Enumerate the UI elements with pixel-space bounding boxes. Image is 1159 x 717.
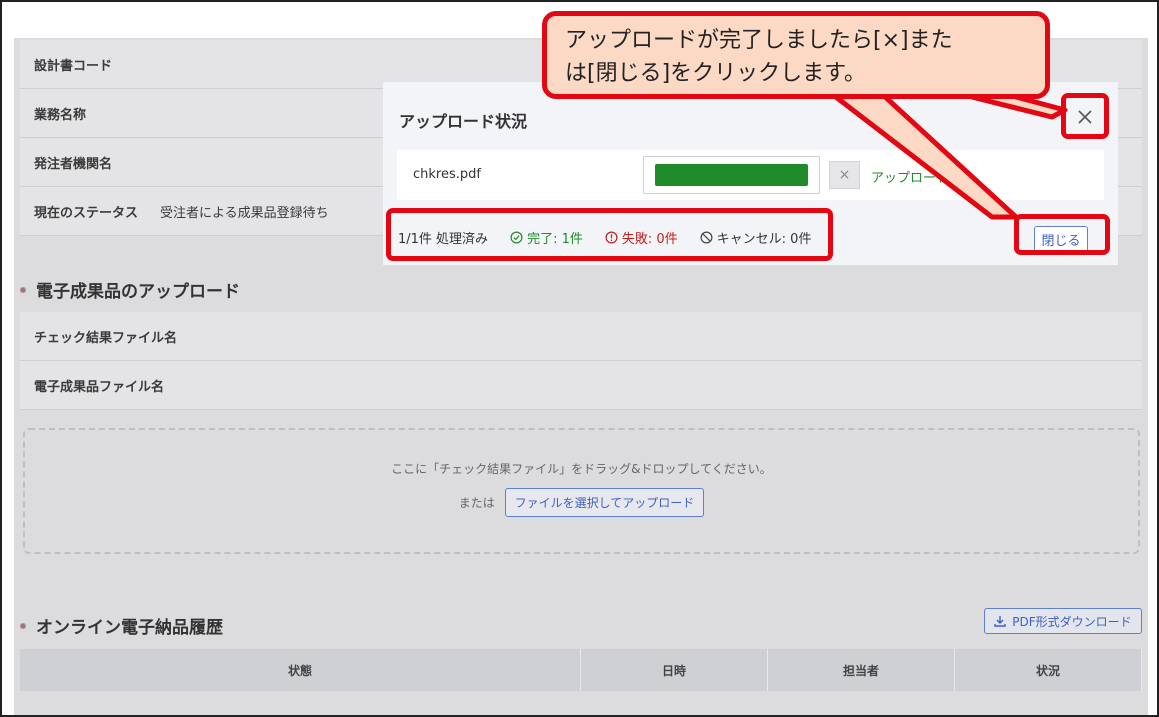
screenshot-frame: 設計書コード 業務名称 発注者機関名 現在のステータス 受注者による成果品登録待… (0, 0, 1159, 717)
callout-pointer-icon (829, 91, 1068, 220)
callout-line-2: は[閉じる]をクリックします。 (565, 61, 866, 86)
instruction-callout: アップロードが完了しましたら[×]また は[閉じる]をクリックします。 (542, 11, 1050, 99)
callout-line-1: アップロードが完了しましたら[×]また (565, 28, 953, 53)
